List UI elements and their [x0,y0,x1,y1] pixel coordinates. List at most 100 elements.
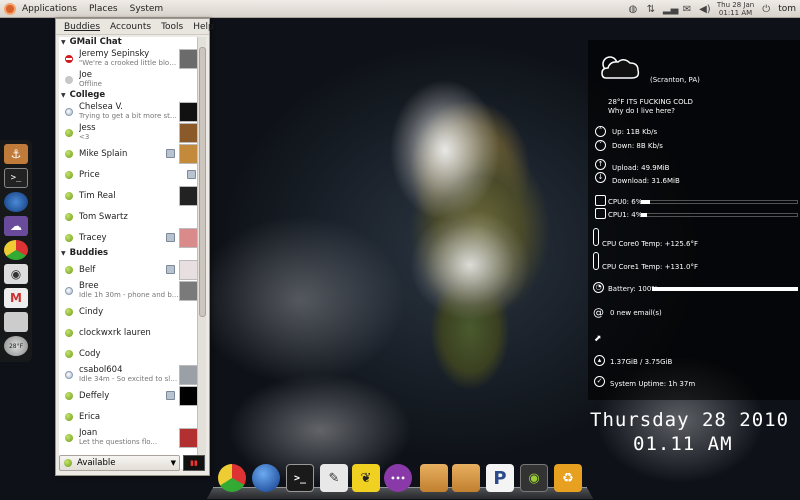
status-idle-icon [65,286,73,295]
pidgin-icon[interactable]: ••• [384,464,412,492]
gwibber-bird-icon[interactable]: ❦ [352,464,380,492]
status-available-icon [65,212,73,221]
core0-temp: CPU Core0 Temp: +125.6°F [602,240,699,248]
memory-icon: ▴ [594,355,605,366]
cpu1-label: CPU1: 4% [608,211,643,219]
buddy-row[interactable]: Bree Idle 1h 30m - phone and b... [59,280,200,301]
buddy-name: Price [79,169,100,180]
buddy-row[interactable]: Tom Swartz [59,206,200,227]
top-panel: Applications Places System ◍ ⇅ ▂▄ ✉ ◀) T… [0,0,800,18]
group-name: College [69,90,106,100]
status-available-icon [65,307,73,316]
buddy-text: Erica [79,412,200,422]
text-editor-icon[interactable]: ✎ [320,464,348,492]
upload-icon: ↑ [595,159,606,170]
status-available-icon [64,459,72,467]
buddy-row[interactable]: Cindy [59,301,200,322]
bottom-dock: >_ ✎ ❦ ••• P ◉ ♻ [206,452,594,500]
expander-triangle-icon[interactable]: ▼ [61,90,66,101]
menu-system[interactable]: System [124,0,170,18]
group-header[interactable]: ▼ GMail Chat [59,37,200,48]
buddy-avatar [179,259,199,280]
buddy-text: Mike Splain [79,149,166,159]
user-name[interactable]: tom [778,4,796,14]
buddy-name: Belf [79,264,96,275]
buddy-row[interactable]: Joe Offline [59,69,200,90]
status-offline-icon [65,75,73,84]
buddy-row[interactable]: Jess <3 [59,122,200,143]
buddy-row[interactable]: Tracey [59,227,200,248]
terminal-icon[interactable]: >_ [286,464,314,492]
menu-tools[interactable]: Tools [156,22,188,32]
pidgin-icon[interactable]: ☁ [4,216,28,236]
net-down: Down: 8B Kb/s [612,142,663,150]
clock[interactable]: Thu 28 Jan 01:11 AM [717,1,754,17]
buddy-row[interactable]: Mike Splain [59,143,200,164]
buddy-row[interactable]: Erica [59,406,200,427]
group-header[interactable]: ▼ College [59,90,200,101]
buddy-row[interactable]: Cody [59,343,200,364]
signal-icon[interactable]: ▂▄ [663,4,678,15]
drive-icon[interactable] [4,312,28,332]
buddy-row[interactable]: Jeremy Sepinsky "We're a crooked little b… [59,48,200,69]
thermometer-icon [593,228,599,246]
status-box-icon[interactable]: ▮▮ [183,455,205,471]
buddy-avatar [179,427,199,448]
recycle-icon[interactable]: ♻ [554,464,582,492]
buddy-row[interactable]: Tim Real [59,185,200,206]
mobile-phone-icon [187,170,196,179]
mail-icon[interactable]: ✉ [681,4,693,15]
menu-places[interactable]: Places [83,0,124,18]
buddy-row[interactable]: Chelsea V. Trying to get a bit more stu..… [59,101,200,122]
network-icon[interactable]: ⇅ [645,4,657,15]
menu-buddies[interactable]: Buddies [59,22,105,32]
status-available-icon [65,328,73,337]
firefox-icon[interactable] [252,464,280,492]
buddy-text: Joe Offline [79,70,200,89]
memory-usage: 1.37GiB / 3.75GiB [610,358,673,366]
folder-icon[interactable] [420,464,448,492]
power-icon[interactable]: ⏻ [760,4,772,15]
buddy-text: Cindy [79,307,200,317]
buddy-name: Mike Splain [79,148,128,159]
buddy-text: Deffely [79,391,166,401]
ubuntu-logo-icon[interactable] [4,2,16,15]
group-header[interactable]: ▼ Buddies [59,248,200,259]
buddy-row[interactable]: Belf [59,259,200,280]
cloud-icon [600,54,642,80]
folder-icon[interactable] [452,464,480,492]
firefox-icon[interactable] [4,192,28,212]
battery-track [652,287,798,291]
mobile-phone-icon [166,265,175,274]
buddy-list-scrollbar[interactable] [197,37,206,469]
buddy-row[interactable]: csabol604 Idle 34m - So excited to sle... [59,364,200,385]
anchor-icon[interactable]: ⚓ [4,144,28,164]
menu-help[interactable]: Help [188,22,219,32]
chrome-icon[interactable] [218,464,246,492]
scrollbar-thumb[interactable] [199,47,206,317]
buddy-row[interactable]: Deffely [59,385,200,406]
buddy-text: Joan Let the questions flo... [79,428,179,447]
buddy-name: csabol604 [79,365,123,375]
thermometer-icon [593,252,599,270]
status-available-icon [65,191,73,200]
buddy-status-message: "We're a crooked little bloo... [79,59,179,67]
volume-icon[interactable]: ◀) [699,4,711,15]
buddy-row[interactable]: clockwxrk lauren [59,322,200,343]
buddy-row[interactable]: Price [59,164,200,185]
status-selector[interactable]: Available ▼ [59,455,180,471]
disk-utility-icon[interactable]: ◉ [4,264,28,284]
buddy-row[interactable]: Joan Let the questions flo... [59,427,200,448]
buddy-name: clockwxrk lauren [79,327,151,338]
expander-triangle-icon[interactable]: ▼ [61,37,66,48]
expander-triangle-icon[interactable]: ▼ [61,248,66,259]
chrome-icon[interactable] [4,240,28,260]
media-player-icon[interactable]: ◉ [520,464,548,492]
globe-icon[interactable]: ◍ [627,4,639,15]
gmail-icon[interactable]: M [4,288,28,308]
weather-icon[interactable]: 28°F [4,336,28,356]
menu-accounts[interactable]: Accounts [105,22,156,32]
menu-applications[interactable]: Applications [16,0,83,18]
pandora-icon[interactable]: P [486,464,514,492]
terminal-icon[interactable]: >_ [4,168,28,188]
